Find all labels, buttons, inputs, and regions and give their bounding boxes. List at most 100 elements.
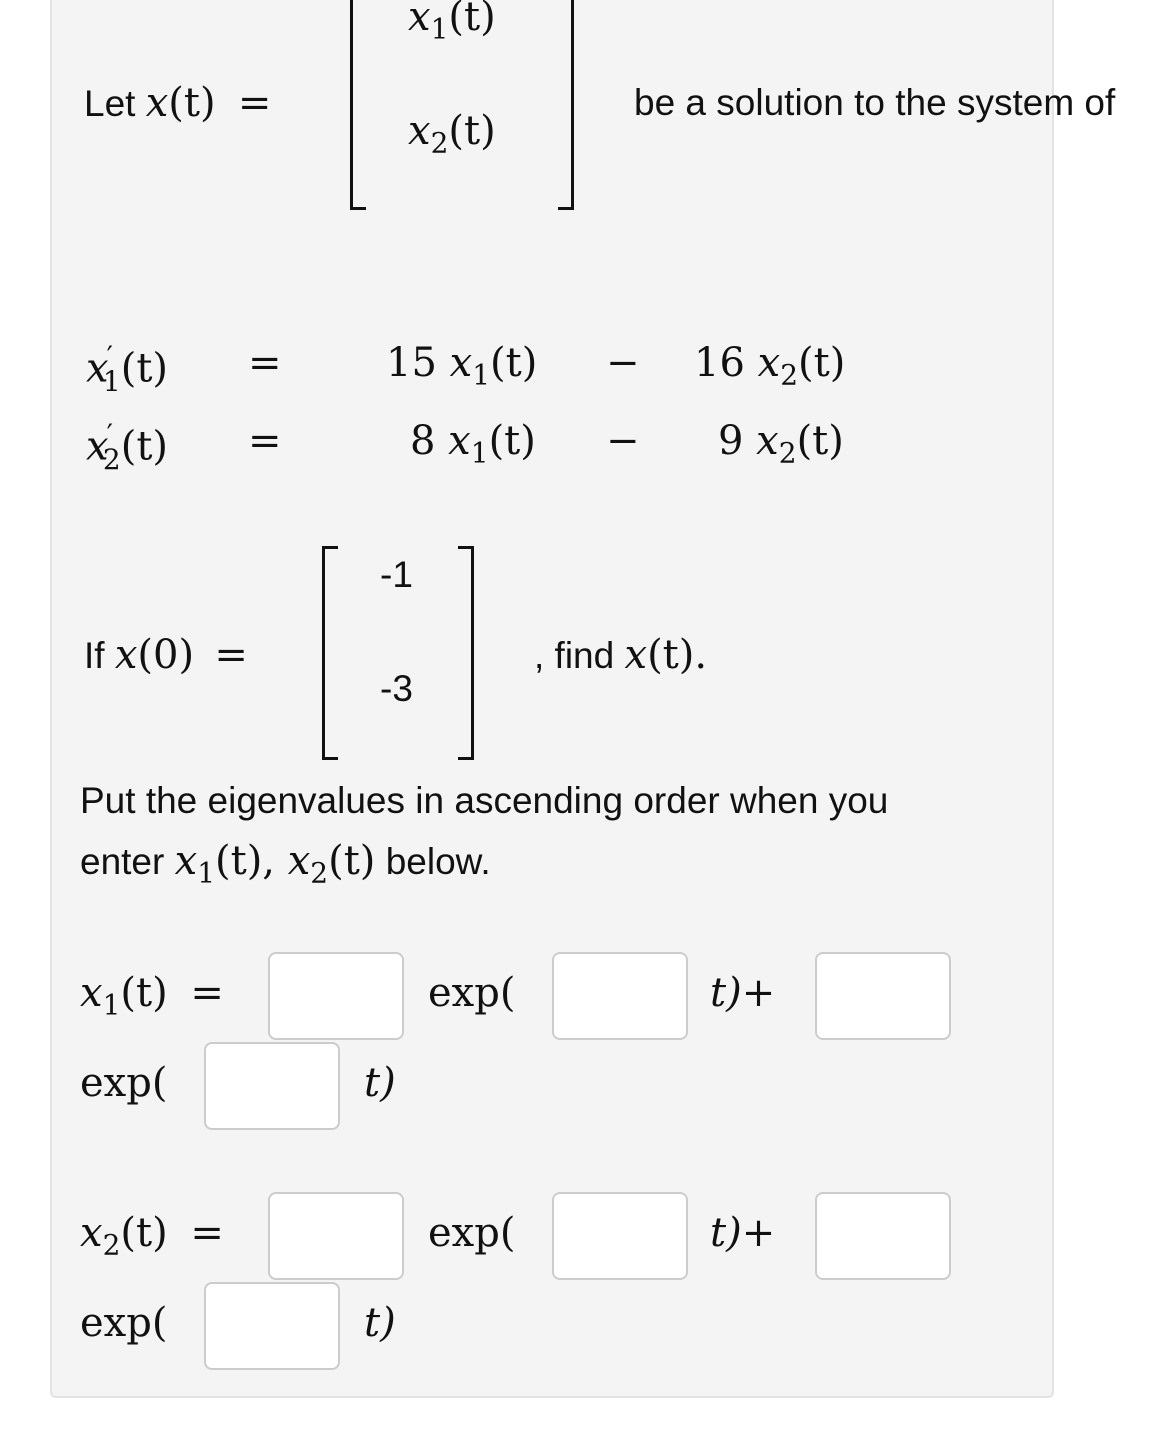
- x2-exp-label-1: exp(: [428, 1210, 516, 1256]
- sub: 2: [430, 126, 449, 160]
- arg: (t): [448, 108, 496, 154]
- equals: =: [190, 1210, 224, 1256]
- x1-t-close: t): [364, 1060, 396, 1106]
- initial-prefix: If x(0) =: [84, 632, 248, 678]
- var: x: [408, 0, 431, 40]
- sub: 2: [102, 1228, 121, 1262]
- initial-value-2: -3: [380, 668, 413, 709]
- intro-let-text: Let: [84, 83, 136, 124]
- eq1-lhs: x′1(t): [86, 340, 168, 398]
- sub: 1: [102, 988, 121, 1022]
- intro-suffix: be a solution to the system of: [634, 82, 1116, 123]
- initial-bracket-right: [458, 546, 474, 760]
- arg: (t): [120, 970, 168, 1016]
- sub: 1: [102, 365, 121, 399]
- if-text: If: [84, 635, 105, 676]
- below-text: below.: [385, 841, 491, 882]
- vector-bracket-left: [350, 0, 366, 210]
- eq2-lhs: x′2(t): [86, 418, 168, 476]
- eq1-equals: =: [248, 340, 282, 386]
- x1-rate-2-input[interactable]: [204, 1042, 340, 1130]
- intro-var: x: [145, 80, 169, 126]
- var: x: [174, 838, 198, 884]
- sub: 1: [472, 358, 491, 392]
- eq1-term1: 15 x1(t): [386, 340, 537, 391]
- coef: 15: [386, 340, 437, 386]
- vector-entry-1: x1(t): [408, 0, 496, 45]
- plus: +: [741, 1210, 776, 1256]
- coef: 8: [410, 418, 436, 464]
- equals: =: [214, 632, 248, 678]
- x1-exp-label-1: exp(: [428, 970, 516, 1016]
- sub: 1: [430, 12, 449, 46]
- var: x: [408, 108, 431, 154]
- initial-suffix: , find x(t).: [534, 632, 707, 678]
- intro-arg: (t): [168, 80, 216, 126]
- arg: (0): [137, 632, 195, 678]
- sub: 1: [197, 856, 216, 890]
- var: x: [80, 1210, 103, 1256]
- x1-t-plus: t)+: [710, 970, 775, 1016]
- intro-equals: =: [237, 80, 272, 126]
- sub: 1: [470, 436, 489, 470]
- instructions-line-1: Put the eigenvalues in ascending order w…: [80, 780, 889, 821]
- vector-bracket-right: [558, 0, 574, 210]
- initial-bracket-left: [322, 546, 338, 760]
- x2-lhs: x2(t) =: [80, 1210, 224, 1261]
- instructions-line-2: enter x1(t), x2(t) below.: [80, 838, 491, 889]
- x1-coefficient-1-input[interactable]: [268, 952, 404, 1040]
- eq2-term1: 8 x1(t): [410, 418, 536, 469]
- x2-t-close: t): [364, 1300, 396, 1346]
- arg: (t): [490, 340, 538, 386]
- x2-coefficient-1-input[interactable]: [268, 1192, 404, 1280]
- x2-exp-label-2: exp(: [80, 1300, 168, 1346]
- x1-coefficient-2-input[interactable]: [815, 952, 951, 1040]
- arg: (t): [120, 1210, 168, 1256]
- enter-text: enter: [80, 841, 165, 882]
- x2-coefficient-2-input[interactable]: [815, 1192, 951, 1280]
- x1-exp-label-2: exp(: [80, 1060, 168, 1106]
- arg: (t): [120, 423, 169, 470]
- eq1-operator: −: [606, 340, 640, 386]
- coef: 16: [694, 340, 745, 386]
- find-text: , find: [534, 635, 615, 676]
- arg: (t): [488, 418, 536, 464]
- x2-rate-1-input[interactable]: [552, 1192, 688, 1280]
- sub: 2: [310, 856, 329, 890]
- arg: (t): [798, 340, 846, 386]
- var: x: [756, 418, 779, 464]
- var: x: [449, 340, 473, 386]
- question-panel: [50, 0, 1054, 1398]
- var: x: [757, 340, 781, 386]
- coef: 9: [718, 418, 744, 464]
- sub: 2: [778, 436, 797, 470]
- arg: (t): [120, 345, 169, 392]
- x2-t-plus: t)+: [710, 1210, 775, 1256]
- var: x: [624, 632, 648, 678]
- x2-rate-2-input[interactable]: [204, 1282, 340, 1370]
- sub: 2: [102, 443, 121, 477]
- arg: (t): [796, 418, 844, 464]
- eq2-equals: =: [248, 418, 282, 464]
- arg: (t),: [215, 838, 276, 884]
- equals: =: [190, 970, 224, 1016]
- x1-rate-1-input[interactable]: [552, 952, 688, 1040]
- t-close: t): [710, 970, 742, 1016]
- eq2-operator: −: [606, 418, 640, 464]
- initial-value-1: -1: [380, 554, 413, 595]
- sub: 2: [780, 358, 799, 392]
- var: x: [114, 632, 138, 678]
- vector-entry-2: x2(t): [408, 108, 496, 159]
- t-close: t): [710, 1210, 742, 1256]
- plus: +: [741, 970, 776, 1016]
- arg: (t): [448, 0, 496, 40]
- x1-lhs: x1(t) =: [80, 970, 224, 1021]
- intro-prefix: Let x(t) =: [84, 80, 271, 126]
- var: x: [80, 970, 103, 1016]
- arg: (t).: [647, 632, 708, 678]
- eq2-term2: 9 x2(t): [718, 418, 844, 469]
- var: x: [287, 838, 311, 884]
- var: x: [448, 418, 471, 464]
- arg: (t): [328, 838, 376, 884]
- eq1-term2: 16 x2(t): [694, 340, 845, 391]
